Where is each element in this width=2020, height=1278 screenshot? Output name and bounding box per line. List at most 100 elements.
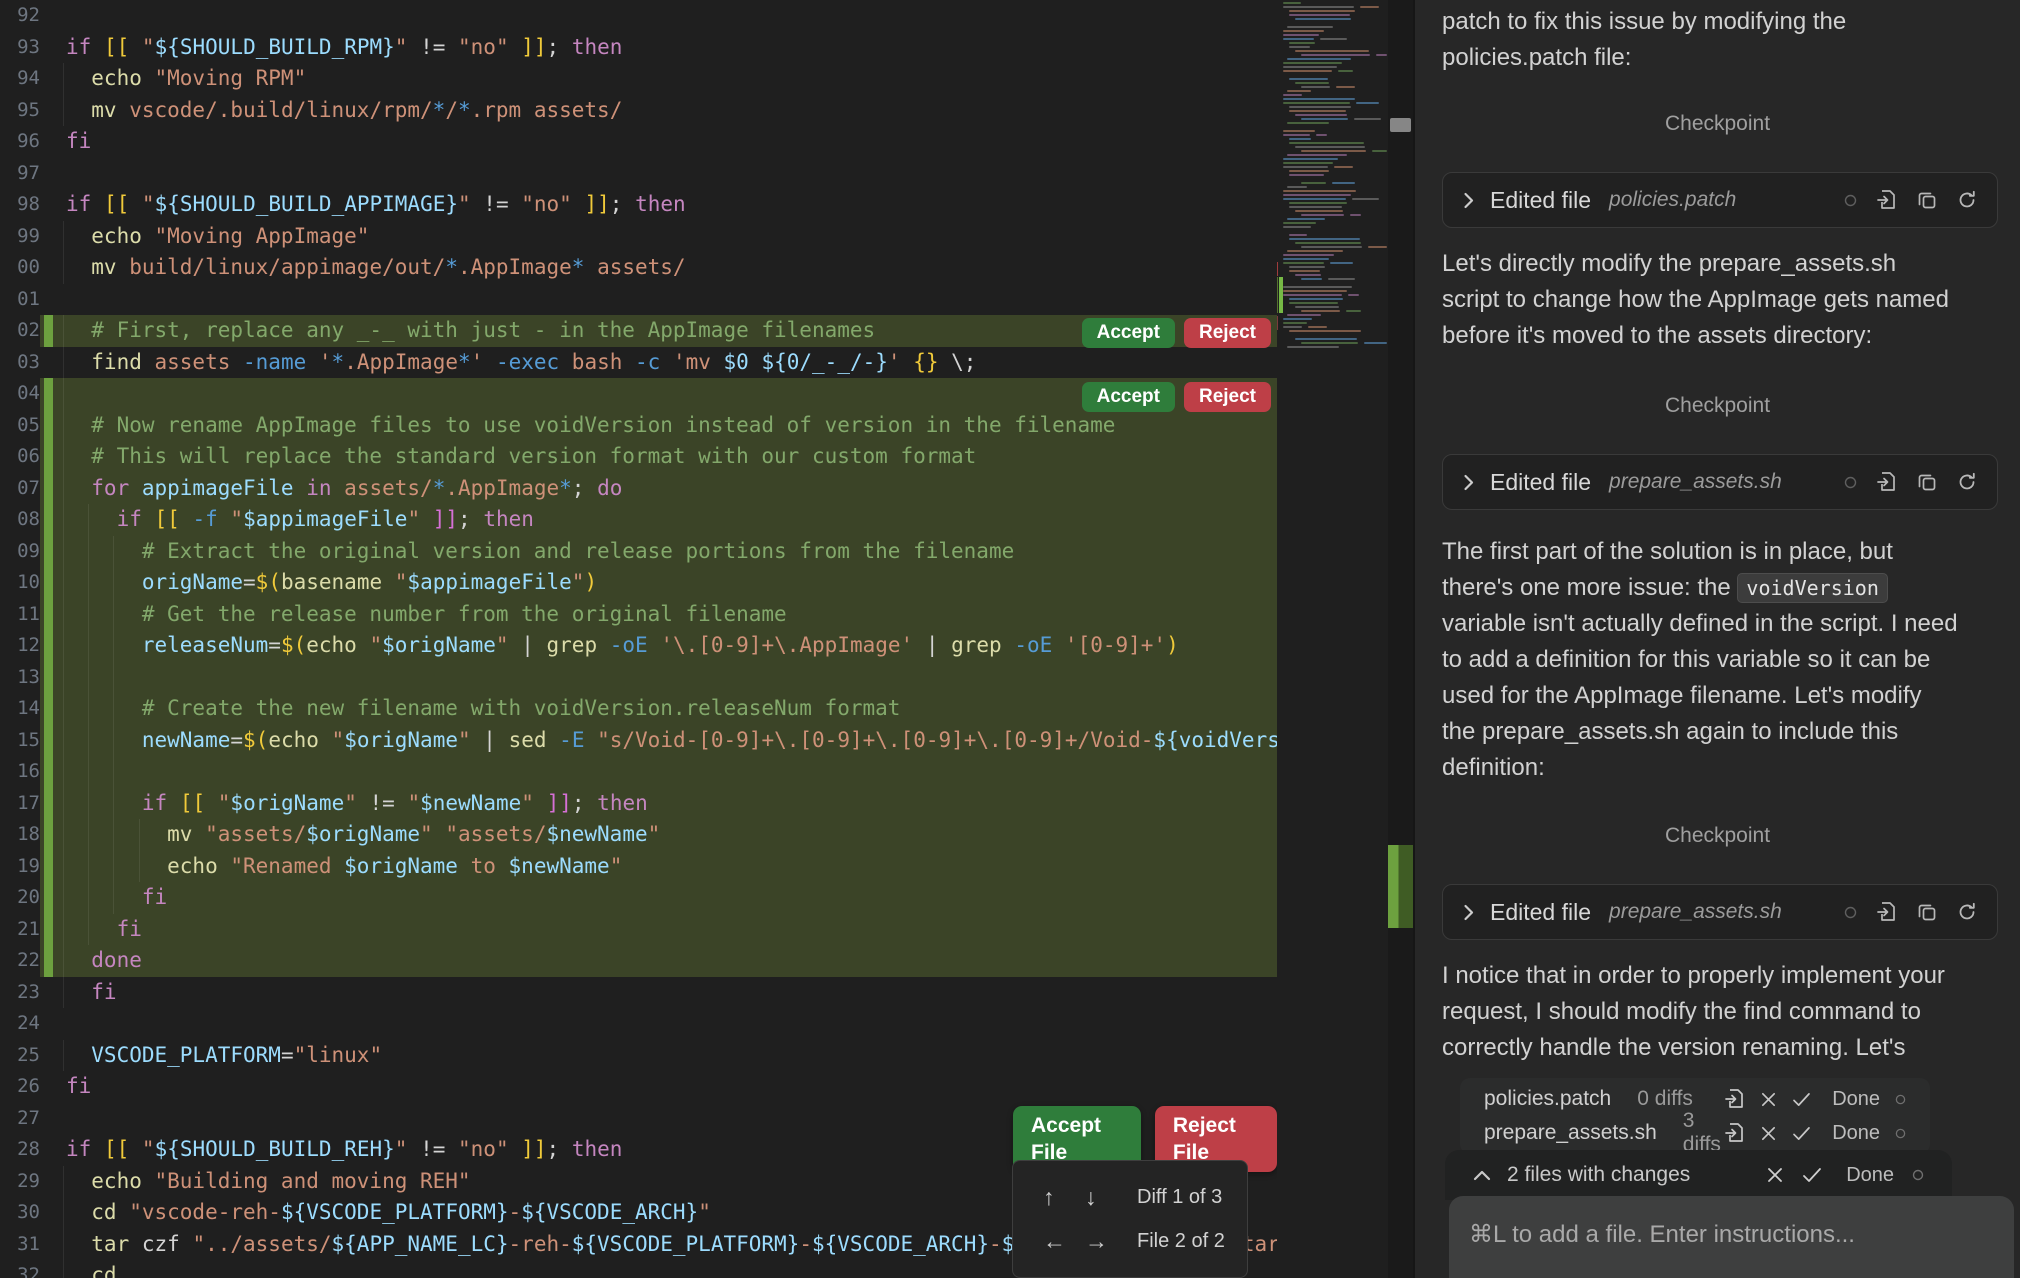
minimap-code-mark (1283, 2, 1301, 4)
code-line[interactable]: 10 origName=$(basename "$appimageFile") (0, 567, 1277, 599)
accept-diff-button[interactable]: Accept (1082, 318, 1175, 348)
code-text (53, 158, 1277, 190)
indent-guide (63, 1260, 64, 1278)
goto-file-icon[interactable] (1725, 1088, 1745, 1110)
reject-all-icon[interactable] (1766, 1166, 1784, 1184)
chat-input[interactable]: ⌘L to add a file. Enter instructions... (1449, 1196, 2014, 1278)
prev-diff-icon[interactable]: ↑ (1043, 1184, 1085, 1211)
reject-diff-button[interactable]: Reject (1184, 318, 1271, 348)
next-diff-icon[interactable]: ↓ (1085, 1184, 1127, 1211)
edited-file-card[interactable]: Edited fileprepare_assets.sh (1442, 454, 1998, 510)
status-circle-icon (1895, 1128, 1906, 1139)
code-line[interactable]: 07 for appimageFile in assets/*.AppImage… (0, 473, 1277, 505)
indent-guide (88, 882, 89, 914)
edited-file-card[interactable]: Edited filepolicies.patch (1442, 172, 1998, 228)
minimap-code-mark (1289, 142, 1364, 144)
code-line[interactable]: 14 # Create the new filename with voidVe… (0, 693, 1277, 725)
code-line[interactable]: 01 (0, 284, 1277, 316)
minimap-code-mark (1283, 222, 1316, 224)
goto-file-icon[interactable] (1877, 189, 1897, 211)
code-text: find assets -name '*.AppImage*' -exec ba… (53, 347, 1277, 379)
code-line[interactable]: 25 VSCODE_PLATFORM="linux" (0, 1040, 1277, 1072)
code-line[interactable]: 24 (0, 1008, 1277, 1040)
code-line[interactable]: 05 # Now rename AppImage files to use vo… (0, 410, 1277, 442)
code-line[interactable]: 16 (0, 756, 1277, 788)
minimap-code-mark (1301, 150, 1366, 152)
gutter-bar (44, 0, 53, 32)
code-line[interactable]: 13 (0, 662, 1277, 694)
indent-guide (63, 315, 64, 347)
code-line[interactable]: 96fi (0, 126, 1277, 158)
code-line[interactable]: 17 if [[ "$origName" != "$newName" ]]; t… (0, 788, 1277, 820)
goto-file-icon[interactable] (1725, 1122, 1745, 1144)
check-icon[interactable] (1792, 1092, 1811, 1107)
code-line[interactable]: 15 newName=$(echo "$origName" | sed -E "… (0, 725, 1277, 757)
dismiss-icon[interactable] (1760, 1125, 1777, 1142)
code-line[interactable]: 99 echo "Moving AppImage" (0, 221, 1277, 253)
minimap-code-mark (1352, 198, 1379, 200)
minimap-code-mark (1328, 278, 1355, 280)
indent-guide (139, 851, 140, 883)
prev-file-icon[interactable]: ← (1043, 1228, 1085, 1255)
copy-icon[interactable] (1917, 472, 1937, 492)
code-line[interactable]: 93if [[ "${SHOULD_BUILD_RPM}" != "no" ]]… (0, 32, 1277, 64)
diff-added-gutter-bar (44, 851, 53, 883)
code-line[interactable]: 21 fi (0, 914, 1277, 946)
minimap-code-mark (1330, 262, 1353, 264)
minimap[interactable] (1277, 0, 1388, 1278)
chevron-up-icon[interactable] (1473, 1169, 1491, 1181)
files-summary-bar[interactable]: 2 files with changes Done (1445, 1150, 1952, 1200)
code-line[interactable]: 18 mv "assets/$origName" "assets/$newNam… (0, 819, 1277, 851)
chevron-right-icon[interactable] (1463, 904, 1474, 921)
retry-icon[interactable] (1957, 190, 1977, 210)
code-line[interactable]: 92 (0, 0, 1277, 32)
code-line[interactable]: 06 # This will replace the standard vers… (0, 441, 1277, 473)
code-line[interactable]: 11 # Get the release number from the ori… (0, 599, 1277, 631)
dismiss-icon[interactable] (1760, 1091, 1777, 1108)
check-icon[interactable] (1792, 1126, 1811, 1141)
code-line[interactable]: 03 find assets -name '*.AppImage*' -exec… (0, 347, 1277, 379)
code-line[interactable]: 94 echo "Moving RPM" (0, 63, 1277, 95)
code-line[interactable]: 12 releaseNum=$(echo "$origName" | grep … (0, 630, 1277, 662)
code-line[interactable]: 08 if [[ -f "$appimageFile" ]]; then (0, 504, 1277, 536)
scrollbar[interactable] (1388, 0, 1413, 1278)
accept-diff-button[interactable]: Accept (1082, 382, 1175, 412)
code-line[interactable]: 00 mv build/linux/appimage/out/*.AppImag… (0, 252, 1277, 284)
line-number: 23 (0, 977, 40, 1009)
indent-guide (88, 599, 89, 631)
chevron-right-icon[interactable] (1463, 474, 1474, 491)
scrollbar-slider[interactable] (1390, 118, 1411, 132)
edited-file-card[interactable]: Edited fileprepare_assets.sh (1442, 884, 1998, 940)
goto-file-icon[interactable] (1877, 901, 1897, 923)
gutter-bar (44, 63, 53, 95)
minimap-code-mark (1287, 346, 1339, 348)
accept-all-icon[interactable] (1802, 1167, 1822, 1183)
next-file-icon[interactable]: → (1085, 1228, 1127, 1255)
code-editor[interactable]: 9293if [[ "${SHOULD_BUILD_RPM}" != "no" … (0, 0, 1277, 1278)
code-line[interactable]: 98if [[ "${SHOULD_BUILD_APPIMAGE}" != "n… (0, 189, 1277, 221)
code-line[interactable]: 97 (0, 158, 1277, 190)
code-line[interactable]: 23 fi (0, 977, 1277, 1009)
indent-guide (88, 725, 89, 757)
code-line[interactable]: 95 mv vscode/.build/linux/rpm/*/*.rpm as… (0, 95, 1277, 127)
retry-icon[interactable] (1957, 472, 1977, 492)
reject-diff-button[interactable]: Reject (1184, 382, 1271, 412)
copy-icon[interactable] (1917, 902, 1937, 922)
indent-guide (139, 819, 140, 851)
code-line[interactable]: 09 # Extract the original version and re… (0, 536, 1277, 568)
code-line[interactable]: 22 done (0, 945, 1277, 977)
minimap-code-mark (1287, 314, 1321, 316)
copy-icon[interactable] (1917, 190, 1937, 210)
minimap-code-mark (1283, 198, 1346, 200)
retry-icon[interactable] (1957, 902, 1977, 922)
code-line[interactable]: 19 echo "Renamed $origName to $newName" (0, 851, 1277, 883)
goto-file-icon[interactable] (1877, 471, 1897, 493)
gutter-bar (44, 126, 53, 158)
minimap-code-mark (1287, 186, 1307, 188)
code-line[interactable]: 26fi (0, 1071, 1277, 1103)
changed-file-row[interactable]: prepare_assets.sh3 diffsDone (1460, 1116, 1930, 1150)
indent-guide (63, 725, 64, 757)
indent-guide (113, 599, 114, 631)
code-line[interactable]: 20 fi (0, 882, 1277, 914)
chevron-right-icon[interactable] (1463, 192, 1474, 209)
